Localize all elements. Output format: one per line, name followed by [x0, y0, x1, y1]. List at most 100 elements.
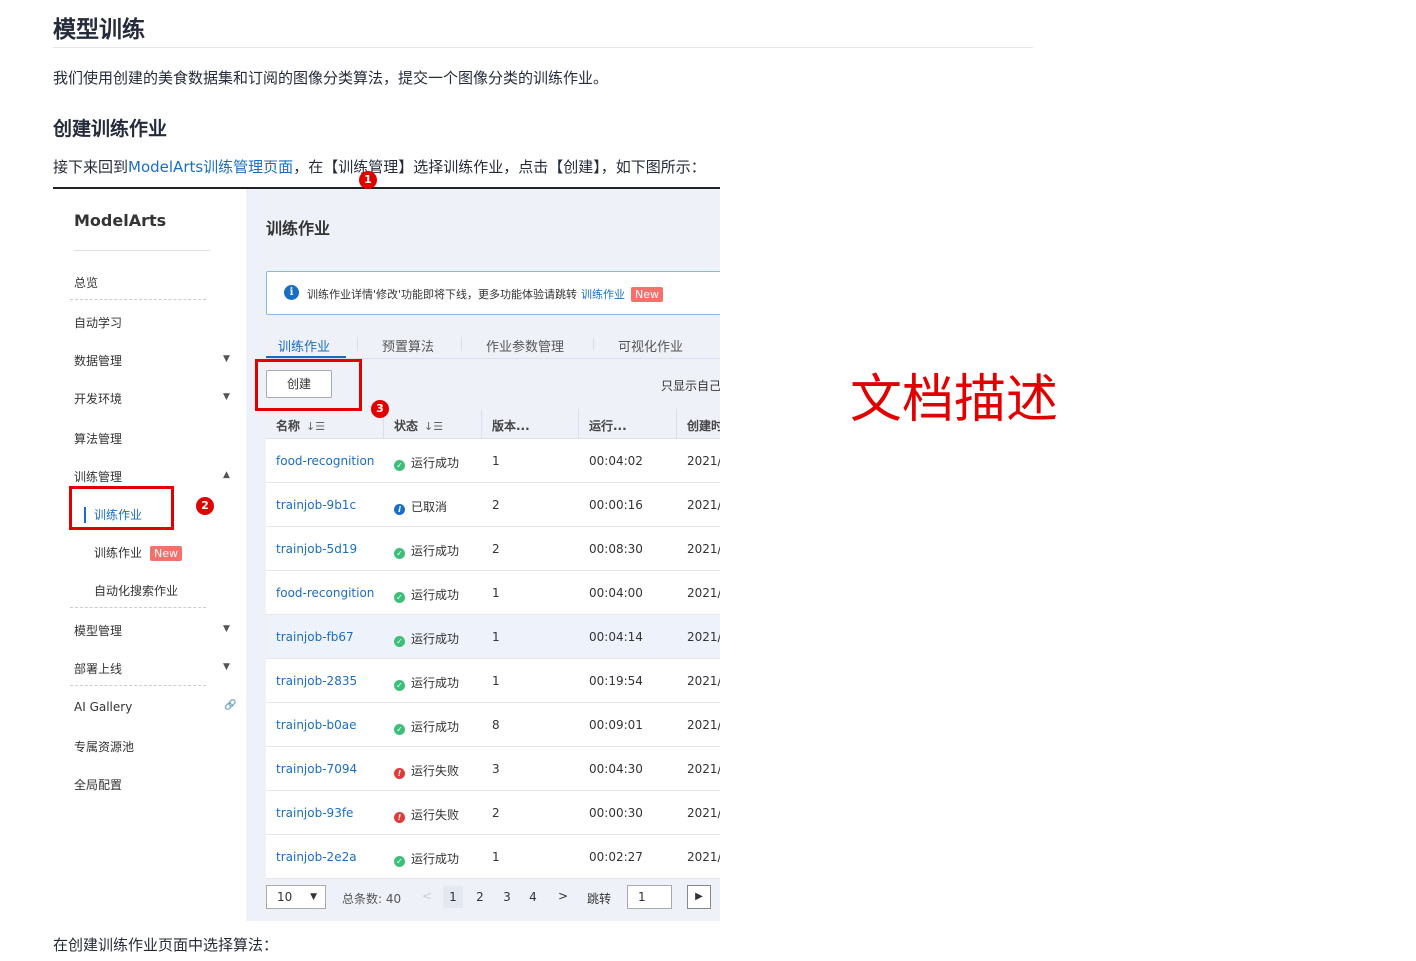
sidebar-item-automl[interactable]: 自动学习: [74, 314, 122, 331]
table-row[interactable]: trainjob-9b1c i 已取消 2 00:00:16 2021/: [266, 483, 720, 527]
next-page-icon[interactable]: >: [558, 889, 568, 903]
step-marker-2: 2: [196, 497, 214, 515]
external-link-icon: 🔗: [224, 700, 237, 711]
table-body: food-recognition ✓ 运行成功 1 00:04:02 2021/train…: [266, 439, 720, 879]
table-row[interactable]: trainjob-5d19 ✓ 运行成功 2 00:08:30 2021/: [266, 527, 720, 571]
created-cell: 2021/: [687, 718, 720, 732]
job-name-link[interactable]: trainjob-5d19: [276, 542, 357, 556]
status-err-icon: !: [394, 812, 405, 823]
sidebar-item-algo[interactable]: 算法管理: [74, 430, 122, 447]
page-3-button[interactable]: 3: [497, 886, 517, 908]
sidebar-item-gallery[interactable]: AI Gallery: [74, 700, 132, 714]
go-icon[interactable]: ▶: [687, 885, 711, 909]
page-size-select[interactable]: 10 ▼: [266, 885, 326, 909]
table-row[interactable]: trainjob-93fe! 运行失败 2 00:00:30 2021/: [266, 791, 720, 835]
status-cell: ✓ 运行成功: [394, 586, 459, 603]
status-ok-icon: ✓: [394, 592, 405, 603]
sidebar-subitem-trainjob-new[interactable]: 训练作业 New: [94, 544, 183, 561]
sidebar-separator: [70, 685, 206, 686]
table-row[interactable]: trainjob-2835 ✓ 运行成功 1 00:19:54 2021/: [266, 659, 720, 703]
column-separator: [481, 409, 482, 439]
filter-icon[interactable]: ↓☰: [424, 420, 443, 433]
created-cell: 2021/: [687, 498, 720, 512]
page-1-button[interactable]: 1: [443, 886, 463, 908]
page-2-button[interactable]: 2: [470, 886, 490, 908]
col-header-status[interactable]: 状态 ↓☰: [394, 417, 443, 434]
highlight-box-create: [255, 359, 362, 411]
table-row[interactable]: trainjob-b0ae ✓ 运行成功 8 00:09:01 2021/: [266, 703, 720, 747]
job-name-link[interactable]: trainjob-2835: [276, 674, 357, 688]
sidebar-item-pool[interactable]: 专属资源池: [74, 738, 134, 755]
table-row[interactable]: trainjob-fb67 ✓ 运行成功 1 00:04:14 2021/: [266, 615, 720, 659]
job-name-link[interactable]: trainjob-b0ae: [276, 718, 357, 732]
tab-params[interactable]: 作业参数管理: [486, 336, 564, 355]
created-cell: 2021/: [687, 542, 720, 556]
created-cell: 2021/: [687, 806, 720, 820]
page-4-button[interactable]: 4: [523, 886, 543, 908]
status-err-icon: !: [394, 768, 405, 779]
active-tab-underline: [266, 356, 346, 358]
sidebar-item-data[interactable]: 数据管理: [74, 352, 122, 369]
col-status-label: 状态: [394, 419, 419, 433]
jump-page-input[interactable]: 1: [627, 885, 672, 909]
job-name-link[interactable]: trainjob-2e2a: [276, 850, 357, 864]
status-label: 运行失败: [411, 764, 460, 778]
sidebar-item-deploy[interactable]: 部署上线: [74, 660, 122, 677]
table-header: 名称 ↓☰ 状态 ↓☰ 版本... 运行... 创建时: [266, 409, 720, 439]
version-cell: 1: [492, 850, 500, 864]
prev-page-icon[interactable]: <: [422, 889, 432, 903]
col-header-name[interactable]: 名称 ↓☰: [276, 417, 325, 434]
runtime-cell: 00:04:30: [589, 762, 643, 776]
table-row[interactable]: food-recongition ✓ 运行成功 1 00:04:00 2021/: [266, 571, 720, 615]
chevron-up-icon: ▲: [223, 470, 230, 480]
job-name-link[interactable]: food-recognition: [276, 454, 374, 468]
step-marker-3: 3: [371, 400, 389, 418]
tab-preset-algo[interactable]: 预置算法: [382, 336, 434, 355]
created-cell: 2021/: [687, 630, 720, 644]
created-cell: 2021/: [687, 454, 720, 468]
status-label: 运行成功: [411, 852, 460, 866]
page-title: 训练作业: [266, 219, 331, 238]
tab-trainjob[interactable]: 训练作业: [278, 336, 330, 355]
runtime-cell: 00:02:27: [589, 850, 643, 864]
job-name-link[interactable]: trainjob-7094: [276, 762, 357, 776]
sort-icon[interactable]: ↓☰: [306, 420, 325, 433]
table-row[interactable]: trainjob-7094! 运行失败 3 00:04:30 2021/: [266, 747, 720, 791]
sidebar-logo: ModelArts: [74, 211, 167, 230]
table-row[interactable]: food-recognition ✓ 运行成功 1 00:04:02 2021/: [266, 439, 720, 483]
instruction-text-before: 接下来回到: [53, 158, 129, 176]
notice-link[interactable]: 训练作业: [581, 288, 625, 301]
highlight-box-sidebar-trainjob: [69, 486, 174, 530]
status-label: 已取消: [411, 500, 448, 514]
chevron-down-icon: ▼: [223, 354, 230, 364]
tab-visualization[interactable]: 可视化作业: [618, 336, 683, 355]
only-mine-filter[interactable]: 只显示自己: [661, 377, 720, 394]
new-badge: New: [150, 546, 183, 561]
doc-instruction-paragraph: 接下来回到ModelArts训练管理页面，在【训练管理】选择训练作业，点击【创建…: [53, 156, 706, 177]
status-label: 运行成功: [411, 720, 460, 734]
job-name-link[interactable]: trainjob-9b1c: [276, 498, 356, 512]
sidebar-item-dev[interactable]: 开发环境: [74, 390, 122, 407]
sidebar-item-config[interactable]: 全局配置: [74, 776, 122, 793]
status-cell: ✓ 运行成功: [394, 630, 459, 647]
step-marker-1: 1: [359, 171, 377, 189]
doc-next-step-paragraph: 在创建训练作业页面中选择算法：: [53, 936, 279, 954]
col-header-runtime: 运行...: [589, 419, 627, 433]
sidebar-subitem-automl-search[interactable]: 自动化搜索作业: [94, 582, 178, 599]
tab-separator: [593, 337, 594, 351]
job-name-link[interactable]: trainjob-fb67: [276, 630, 354, 644]
sidebar-item-train[interactable]: 训练管理: [74, 468, 122, 485]
jump-label: 跳转: [587, 892, 612, 906]
title-divider: [53, 47, 1033, 48]
job-name-link[interactable]: food-recongition: [276, 586, 374, 600]
column-separator: [578, 409, 579, 439]
sidebar-item-overview[interactable]: 总览: [74, 274, 98, 291]
modelarts-training-link[interactable]: ModelArts训练管理页面: [128, 158, 293, 176]
tab-separator: [357, 337, 358, 351]
notice-banner: i 训练作业详情'修改'功能即将下线，更多功能体验请跳转 训练作业 New: [266, 271, 720, 315]
runtime-cell: 00:09:01: [589, 718, 643, 732]
sidebar-item-model[interactable]: 模型管理: [74, 622, 122, 639]
status-cell: ✓ 运行成功: [394, 674, 459, 691]
job-name-link[interactable]: trainjob-93fe: [276, 806, 353, 820]
version-cell: 1: [492, 630, 500, 644]
